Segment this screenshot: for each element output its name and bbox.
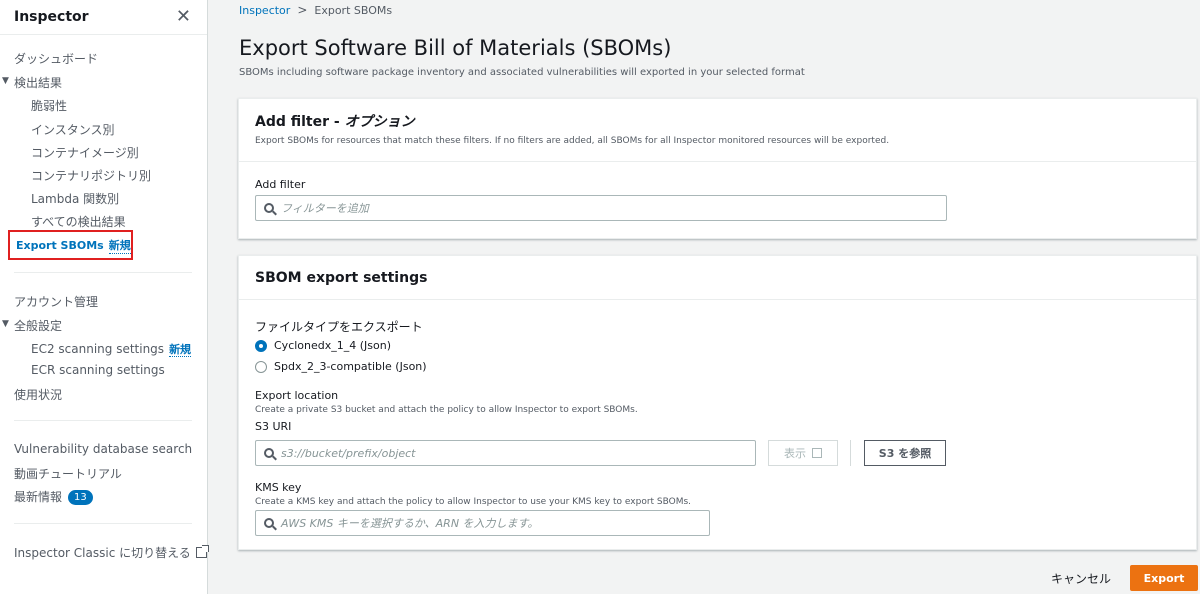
page-description: SBOMs including software package invento…	[239, 67, 805, 78]
view-button-label: 表示	[784, 447, 806, 460]
nav-switch-to-classic[interactable]: Inspector Classic に切り替える	[14, 544, 209, 561]
filter-panel-title-text: Add filter -	[255, 114, 345, 130]
file-type-label: ファイルタイプをエクスポート	[255, 320, 423, 334]
cancel-button[interactable]: キャンセル	[1051, 570, 1111, 587]
new-badge: 新規	[108, 238, 131, 254]
divider	[14, 420, 192, 421]
nav-findings-by-lambda[interactable]: Lambda 関数別	[31, 190, 119, 207]
nav-findings-by-instance[interactable]: インスタンス別	[31, 121, 115, 138]
nav-ecr-scanning-settings[interactable]: ECR scanning settings	[31, 363, 165, 377]
sbom-export-settings-panel: SBOM export settings ファイルタイプをエクスポート Cycl…	[238, 255, 1197, 550]
page-title: Export Software Bill of Materials (SBOMs…	[239, 36, 672, 60]
nav-dashboard[interactable]: ダッシュボード	[14, 50, 98, 67]
s3-uri-label: S3 URI	[255, 420, 292, 433]
caret-down-icon[interactable]: ▼	[2, 319, 9, 329]
radio-spdx[interactable]: Spdx_2_3-compatible (Json)	[255, 360, 427, 373]
divider	[850, 440, 851, 466]
divider	[14, 272, 192, 273]
filter-panel: Add filter - オプション Export SBOMs for reso…	[238, 98, 1197, 239]
kms-key-placeholder: AWS KMS キーを選択するか、ARN を入力します。	[281, 517, 539, 530]
nav-video-tutorials[interactable]: 動画チュートリアル	[14, 465, 122, 482]
sidebar-title[interactable]: Inspector	[14, 9, 89, 25]
nav-findings-by-container-image[interactable]: コンテナイメージ別	[31, 144, 139, 161]
nav-ec2-scanning-label: EC2 scanning settings	[31, 342, 165, 356]
nav-switch-to-classic-label: Inspector Classic に切り替える	[14, 546, 191, 560]
caret-down-icon[interactable]: ▼	[2, 76, 9, 86]
nav-vulnerability-db-search[interactable]: Vulnerability database search	[14, 442, 192, 456]
nav-general-settings[interactable]: 全般設定	[14, 317, 62, 334]
search-icon	[264, 448, 274, 458]
s3-uri-input[interactable]: s3://bucket/prefix/object	[255, 440, 756, 466]
external-link-icon	[812, 448, 822, 458]
side-navigation: Inspector ✕ ダッシュボード ▼ 検出結果 脆弱性 インスタンス別 コ…	[0, 0, 209, 594]
browse-s3-button[interactable]: S3 を参照	[864, 440, 946, 466]
nav-findings-vulnerabilities[interactable]: 脆弱性	[31, 97, 67, 114]
filter-panel-header: Add filter - オプション Export SBOMs for reso…	[239, 99, 1196, 162]
export-panel-header: SBOM export settings	[239, 256, 1196, 300]
nav-whats-new[interactable]: 最新情報 13	[14, 488, 93, 505]
breadcrumb: Inspector > Export SBOMs	[239, 3, 392, 17]
new-badge: 新規	[169, 343, 192, 357]
nav-whats-new-label: 最新情報	[14, 490, 63, 504]
export-panel-title: SBOM export settings	[255, 270, 428, 286]
radio-spdx-label: Spdx_2_3-compatible (Json)	[274, 360, 427, 373]
notification-count-badge: 13	[68, 490, 93, 505]
divider	[14, 523, 192, 524]
nav-findings[interactable]: 検出結果	[14, 74, 62, 91]
radio-unselected-icon	[255, 360, 267, 373]
add-filter-label: Add filter	[255, 178, 306, 191]
nav-usage[interactable]: 使用状況	[14, 386, 62, 403]
filter-panel-title: Add filter - オプション	[255, 111, 1180, 131]
radio-cyclonedx[interactable]: Cyclonedx_1_4 (Json)	[255, 339, 391, 352]
nav-export-sboms-label: Export SBOMs	[16, 238, 104, 252]
optional-label: オプション	[344, 114, 415, 130]
s3-uri-placeholder: s3://bucket/prefix/object	[281, 446, 416, 460]
kms-key-label: KMS key	[255, 481, 302, 494]
sidebar-header: Inspector ✕	[0, 0, 207, 35]
export-location-description: Create a private S3 bucket and attach th…	[255, 405, 638, 415]
nav-export-sboms[interactable]: Export SBOMs 新規	[8, 230, 133, 260]
breadcrumb-current: Export SBOMs	[314, 3, 393, 17]
kms-key-description: Create a KMS key and attach the policy t…	[255, 497, 692, 507]
export-location-label: Export location	[255, 389, 339, 402]
view-button[interactable]: 表示	[768, 440, 838, 466]
search-icon	[264, 203, 274, 213]
nav-findings-by-container-repo[interactable]: コンテナリポジトリ別	[31, 167, 151, 184]
kms-key-input[interactable]: AWS KMS キーを選択するか、ARN を入力します。	[255, 510, 710, 536]
close-icon[interactable]: ✕	[176, 8, 191, 26]
radio-selected-icon	[255, 339, 267, 352]
chevron-right-icon: >	[297, 3, 308, 17]
external-link-icon	[195, 545, 209, 558]
nav-ec2-scanning-settings[interactable]: EC2 scanning settings 新規	[31, 341, 192, 357]
filter-panel-subtitle: Export SBOMs for resources that match th…	[255, 136, 890, 146]
breadcrumb-root-link[interactable]: Inspector	[239, 4, 290, 17]
add-filter-input[interactable]: フィルターを追加	[255, 195, 947, 221]
export-button[interactable]: Export	[1130, 565, 1198, 591]
nav-account-management[interactable]: アカウント管理	[14, 293, 98, 310]
radio-cyclonedx-label: Cyclonedx_1_4 (Json)	[274, 339, 392, 352]
add-filter-placeholder: フィルターを追加	[281, 202, 369, 215]
search-icon	[264, 518, 274, 528]
nav-findings-all[interactable]: すべての検出結果	[31, 213, 126, 230]
